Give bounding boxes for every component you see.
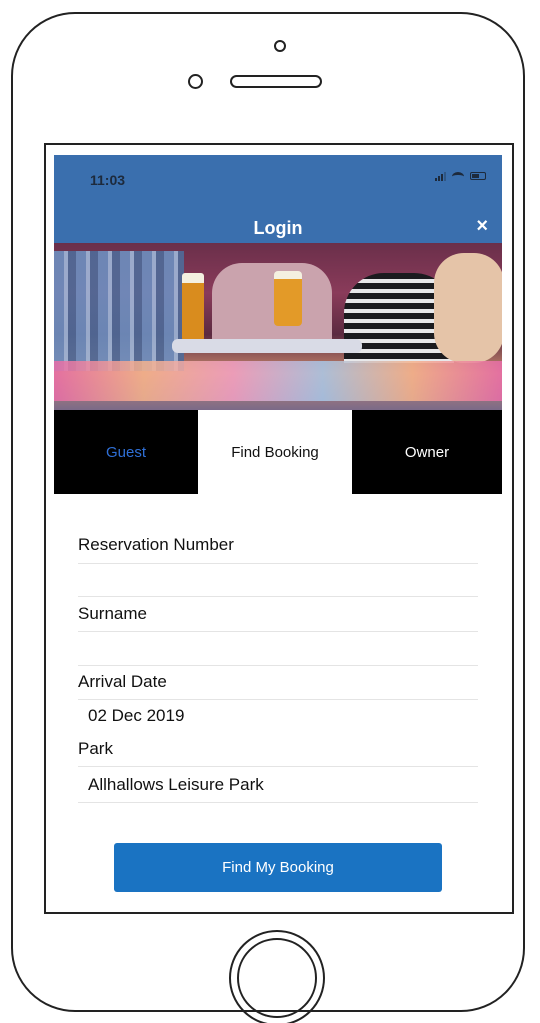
speaker-grille — [230, 75, 322, 88]
park-label: Park — [78, 739, 113, 758]
camera-icon — [274, 40, 286, 52]
divider — [78, 596, 478, 597]
signal-icon — [435, 171, 446, 181]
beer-glass-icon — [182, 273, 204, 341]
arrival-date-label: Arrival Date — [78, 672, 167, 691]
beer-glass-icon — [274, 271, 302, 326]
divider — [78, 665, 478, 666]
tab-owner[interactable]: Owner — [352, 410, 502, 494]
login-tabs: Guest Find Booking Owner — [54, 410, 502, 494]
home-button[interactable] — [229, 930, 325, 1023]
park-select[interactable]: Allhallows Leisure Park — [88, 775, 264, 795]
status-icons — [435, 171, 486, 181]
close-icon[interactable]: × — [476, 216, 488, 236]
tab-find-booking[interactable]: Find Booking — [198, 410, 352, 494]
divider — [78, 766, 478, 767]
phone-screen: 11:03 Login × Guest Find Booking Owner R… — [44, 143, 514, 914]
surname-input[interactable] — [78, 632, 478, 662]
reservation-number-input[interactable] — [78, 564, 478, 594]
arrival-date-field[interactable]: 02 Dec 2019 — [88, 706, 184, 726]
wifi-icon — [452, 171, 464, 181]
hero-image — [54, 243, 502, 410]
page: 11:03 Login × Guest Find Booking Owner R… — [0, 0, 540, 1023]
divider — [78, 699, 478, 700]
find-my-booking-button[interactable]: Find My Booking — [114, 843, 442, 892]
tab-guest[interactable]: Guest — [54, 410, 198, 494]
status-time: 11:03 — [90, 172, 126, 188]
surname-label: Surname — [78, 604, 147, 623]
divider — [78, 802, 478, 803]
app-view: 11:03 Login × Guest Find Booking Owner R… — [54, 155, 502, 905]
sensor-icon — [188, 74, 203, 89]
reservation-number-label: Reservation Number — [78, 535, 234, 554]
page-title: Login — [253, 218, 303, 238]
battery-icon — [470, 172, 486, 180]
app-header: 11:03 Login × — [54, 155, 502, 243]
